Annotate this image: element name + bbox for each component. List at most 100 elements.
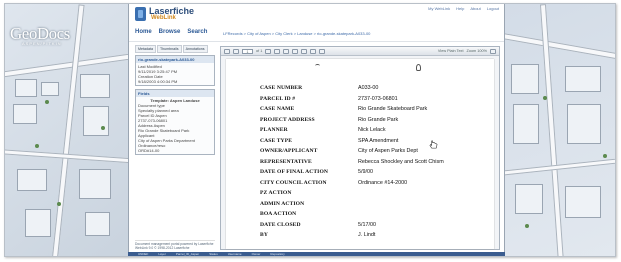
tab-annotations[interactable]: Annotations [182, 45, 208, 53]
record-label: OWNER/APPLICANT [260, 148, 318, 155]
record-label: DATE CLOSED [260, 221, 301, 228]
zoom-level[interactable]: Zoom 100% [467, 49, 487, 53]
record-label: PROJECT ADDRESS [260, 116, 315, 123]
record-label: PARCEL ID # [260, 95, 296, 102]
record-row: CASE NAME Rio Grande Skateboard Park [260, 104, 444, 115]
browse-link[interactable]: Browse [159, 29, 181, 35]
hand-cursor-icon [429, 140, 438, 149]
viewer-toolbar: 1 of 1 View Plain Text Zoom 100% [221, 47, 499, 56]
record-row: CASE NUMBER A033-00 [260, 83, 444, 94]
record-row: DATE CLOSED 5/17/00 [260, 220, 444, 231]
document-info-box: rio-grande-skatepark-A033-00 Last Modifi… [135, 55, 215, 86]
field-line: ORD#14-00 [138, 148, 160, 153]
record-value: J. Lindt [358, 232, 376, 239]
record-label: CASE NAME [260, 106, 295, 113]
side-tabs: Metadata Thumbnails Annotations [135, 45, 215, 53]
geodocs-logo: GeoDocs ASPEN/PITKIN [10, 24, 70, 46]
record-label: BY [260, 232, 268, 239]
tab-metadata[interactable]: Metadata [135, 45, 156, 53]
document-page: CASE NUMBER A033-00 PARCEL ID # 2737-073-0… [226, 59, 494, 249]
first-page-icon[interactable] [224, 48, 230, 54]
record-label: REPRESENTATIVE [260, 158, 312, 165]
record-row: CITY COUNCIL ACTION Ordinance #14-2000 [260, 178, 444, 189]
record-value: Rio Grande Park [358, 116, 399, 123]
punch-hole-mark [416, 64, 421, 71]
status-item: UNDEF [138, 252, 149, 256]
laserfiche-window: Laserfiche WebLink My WebLink Help About… [128, 4, 505, 256]
next-page-icon[interactable] [265, 48, 272, 54]
main-nav: Home Browse Search [135, 29, 207, 35]
about-link[interactable]: About [470, 6, 480, 11]
record-value: 5/17/00 [358, 221, 376, 228]
help-link[interactable]: Help [456, 6, 464, 11]
record-value: City of Aspen Parks Dept [358, 148, 418, 155]
record-label: ADMIN ACTION [260, 200, 305, 207]
record-row: PZ ACTION [260, 188, 444, 199]
punch-hole-mark [315, 64, 320, 68]
status-item: Layer [158, 252, 166, 256]
document-viewer: 1 of 1 View Plain Text Zoom 100% CASE NU… [220, 46, 500, 250]
record-value: 2737-073-06801 [358, 95, 398, 102]
status-item: Status [209, 252, 218, 256]
record-row: CASE TYPE SPA Amendment [260, 136, 444, 147]
fit-page-icon[interactable] [319, 48, 326, 54]
page-total: of 1 [256, 49, 263, 53]
tab-thumbnails[interactable]: Thumbnails [156, 45, 182, 53]
record-row: DATE OF FINAL ACTION 5/9/00 [260, 167, 444, 178]
fields-box: Fields Template: Aspen Landuse Document … [135, 89, 215, 155]
record-row: OWNER/APPLICANT City of Aspen Parks Dept [260, 146, 444, 157]
viewer-toolbar-right: View Plain Text Zoom 100% [438, 48, 496, 54]
logout-link[interactable]: Logout [487, 6, 499, 11]
laserfiche-logo-icon [135, 7, 146, 21]
record-label: BOA ACTION [260, 211, 297, 218]
view-plain-text-link[interactable]: View Plain Text [438, 49, 464, 53]
record-row: PARCEL ID # 2737-073-06801 [260, 94, 444, 105]
record-row: PLANNER Nick Lelack [260, 125, 444, 136]
app-header: Laserfiche WebLink My WebLink Help About… [129, 4, 504, 42]
home-link[interactable]: Home [135, 29, 152, 35]
record-row: REPRESENTATIVE Rebecca Shockley and Scott… [260, 157, 444, 168]
record-label: CASE TYPE [260, 137, 293, 144]
copyright-text[interactable]: WebLink 9.0 © 1998-2012 Laserfiche [135, 246, 215, 250]
record-label: DATE OF FINAL ACTION [260, 169, 329, 176]
record-label: PLANNER [260, 127, 288, 134]
zoom-out-icon[interactable] [310, 48, 317, 54]
download-icon[interactable] [283, 48, 290, 54]
map-status-bar: UNDEF Layer Parcel_ID_Aspen Status Usern… [128, 252, 505, 256]
breadcrumb[interactable]: LFRecords > City of Aspen > City Clerk >… [223, 31, 370, 36]
my-weblink-link[interactable]: My WebLink [428, 6, 450, 11]
print-icon[interactable] [274, 48, 281, 54]
status-item: Parcel_ID_Aspen [175, 252, 200, 256]
search-link[interactable]: Search [187, 29, 207, 35]
metadata-panel: Metadata Thumbnails Annotations rio-gran… [135, 45, 215, 250]
record-value: 5/9/00 [358, 169, 373, 176]
record-value: Ordinance #14-2000 [358, 179, 408, 186]
map-background-left[interactable]: GeoDocs ASPEN/PITKIN [5, 4, 128, 256]
record-label: PZ ACTION [260, 190, 292, 197]
user-nav: My WebLink Help About Logout [428, 6, 499, 11]
record-value: SPA Amendment [358, 137, 399, 144]
record-label: CITY COUNCIL ACTION [260, 179, 327, 186]
prev-page-icon[interactable] [233, 48, 239, 54]
page-input[interactable]: 1 [242, 48, 253, 54]
status-item: Owner [251, 252, 261, 256]
fields-title: Fields [136, 90, 214, 97]
weblink-name: WebLink [151, 15, 176, 21]
record-row: BOA ACTION [260, 209, 444, 220]
map-background-right[interactable] [505, 4, 615, 256]
record-value: Rio Grande Skateboard Park [358, 106, 428, 113]
record-value: Nick Lelack [358, 127, 386, 134]
record-row: BY J. Lindt [260, 230, 444, 241]
status-item: Repository [270, 252, 285, 256]
case-record: CASE NUMBER A033-00 PARCEL ID # 2737-073-0… [260, 83, 444, 241]
status-item: Username [227, 252, 242, 256]
email-icon[interactable] [292, 48, 299, 54]
screenshot-frame: GeoDocs ASPEN/PITKIN Laserfiche WebLink … [4, 3, 616, 257]
document-title: rio-grande-skatepark-A033-00 [136, 56, 214, 63]
fullscreen-icon[interactable] [490, 48, 496, 54]
record-row: PROJECT ADDRESS Rio Grande Park [260, 115, 444, 126]
record-value: Rebecca Shockley and Scott Chism [358, 158, 444, 165]
record-label: CASE NUMBER [260, 85, 303, 92]
creation-date-value: 9/18/2003 4:00:34 PM [138, 79, 178, 84]
zoom-in-icon[interactable] [301, 48, 308, 54]
